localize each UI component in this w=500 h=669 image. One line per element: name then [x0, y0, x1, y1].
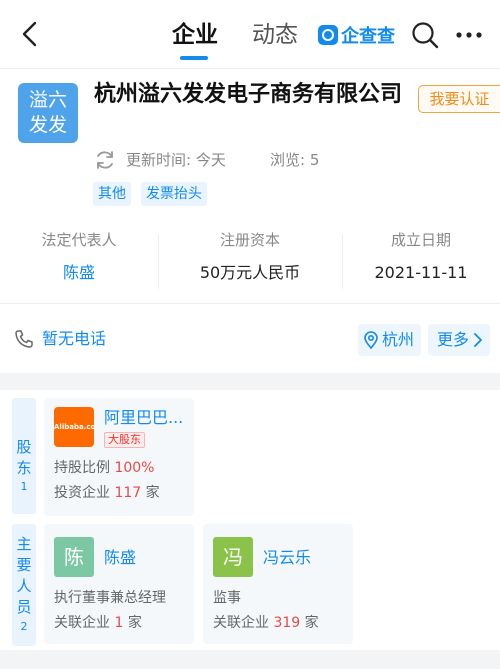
avatar: 冯: [213, 537, 253, 577]
key-personnel-label[interactable]: 主 要 人 员 2: [12, 524, 36, 646]
location-button[interactable]: 杭州: [358, 324, 421, 356]
person-name[interactable]: 陈盛: [104, 547, 136, 569]
person-card[interactable]: 冯 冯云乐 监事 关联企业 319 家: [203, 524, 353, 644]
refresh-icon[interactable]: [94, 149, 116, 171]
invest-label: 投资企业: [54, 485, 115, 501]
invest-unit: 家: [141, 485, 160, 501]
stat-value: 2021-11-11: [374, 263, 468, 282]
company-name: 杭州溢六发发电子商务有限公司: [94, 82, 403, 107]
stat-founded-date: 成立日期 2021-11-11: [342, 229, 500, 284]
invest-count: 117: [114, 485, 142, 501]
side-label-char: 要: [16, 556, 32, 574]
related-unit: 家: [300, 615, 319, 631]
related-label: 关联企业: [213, 615, 274, 631]
tab-news[interactable]: 动态: [252, 20, 298, 50]
location-pin-icon: [364, 331, 378, 349]
more-options-icon[interactable]: [455, 31, 483, 39]
person-name[interactable]: 冯云乐: [263, 547, 311, 569]
related-label: 关联企业: [54, 615, 115, 631]
tag-other[interactable]: 其他: [93, 182, 131, 206]
shareholder-card[interactable]: Alibaba.com 阿里巴巴... 大股东 持股比例 100% 投资企业 1…: [44, 398, 194, 516]
person-card[interactable]: 陈 陈盛 执行董事兼总经理 关联企业 1 家: [44, 524, 194, 644]
stat-label: 法定代表人: [41, 231, 117, 249]
stat-label: 成立日期: [390, 231, 451, 249]
more-info-button[interactable]: 更多: [428, 324, 490, 356]
avatar: 陈: [54, 537, 94, 577]
related-unit: 家: [123, 615, 142, 631]
brand-logo: 企查查: [318, 23, 395, 47]
person-role: 执行董事兼总经理: [54, 590, 166, 606]
side-label-char: 员: [16, 598, 32, 616]
logo-text-line1: 溢六: [28, 89, 67, 111]
verify-button[interactable]: 我要认证: [418, 85, 500, 113]
stat-legal-rep: 法定代表人 陈盛: [0, 229, 158, 284]
related-companies: 关联企业 1 家: [54, 613, 142, 633]
side-label-char: 主: [16, 535, 32, 553]
invested-companies: 投资企业 117 家: [54, 483, 160, 503]
tab-company[interactable]: 企业: [172, 20, 218, 50]
search-icon[interactable]: [411, 21, 439, 49]
chevron-right-icon: [474, 333, 482, 347]
shareholder-name[interactable]: 阿里巴巴...: [104, 408, 183, 428]
update-time: 更新时间: 今天: [126, 151, 226, 169]
key-personnel-section: 主 要 人 员 2 陈 陈盛 执行董事兼总经理 关联企业 1 家 冯 冯云乐 监…: [0, 520, 500, 650]
contact-row: 暂无电话 杭州 更多: [0, 303, 500, 373]
bottom-spacer: [0, 650, 500, 669]
phone-value[interactable]: 暂无电话: [42, 328, 106, 350]
active-tab-indicator: [180, 56, 208, 60]
shareholders-label[interactable]: 股 东 1: [12, 398, 36, 514]
back-arrow-icon[interactable]: [18, 20, 42, 48]
phone-icon: [15, 330, 33, 348]
top-bar: 企业 动态 企查查: [0, 0, 500, 68]
company-logo: 溢六 发发: [18, 83, 78, 143]
stat-label: 注册资本: [219, 231, 280, 249]
legal-rep-link[interactable]: 陈盛: [0, 262, 158, 284]
staff-count: 2: [20, 620, 28, 633]
share-ratio: 持股比例 100%: [54, 458, 154, 478]
shareholders-section: 股 东 1 Alibaba.com 阿里巴巴... 大股东 持股比例 100% …: [0, 390, 500, 520]
logo-text-line2: 发发: [28, 114, 67, 136]
major-shareholder-badge: 大股东: [104, 432, 145, 448]
share-ratio-value: 100%: [114, 460, 155, 476]
stat-value: 50万元人民币: [199, 263, 301, 282]
brand-name: 企查查: [341, 26, 395, 47]
city-label: 杭州: [382, 330, 415, 349]
more-label: 更多: [437, 330, 470, 349]
person-role: 监事: [213, 590, 241, 606]
share-ratio-label: 持股比例: [54, 460, 115, 476]
side-label-char: 人: [16, 577, 32, 595]
company-header-card: 溢六 发发 杭州溢六发发电子商务有限公司 我要认证 更新时间: 今天 浏览: 5…: [0, 68, 500, 303]
side-label-char: 股: [16, 438, 32, 456]
brand-mark-icon: [318, 25, 338, 45]
related-count: 319: [273, 615, 301, 631]
view-count: 浏览: 5: [270, 151, 320, 169]
alibaba-logo: Alibaba.com: [54, 407, 94, 447]
related-companies: 关联企业 319 家: [213, 613, 319, 633]
side-label-char: 东: [16, 459, 32, 477]
tag-invoice-title[interactable]: 发票抬头: [141, 182, 207, 206]
shareholders-count: 1: [20, 480, 28, 493]
stat-reg-capital: 注册资本 50万元人民币: [158, 229, 342, 284]
